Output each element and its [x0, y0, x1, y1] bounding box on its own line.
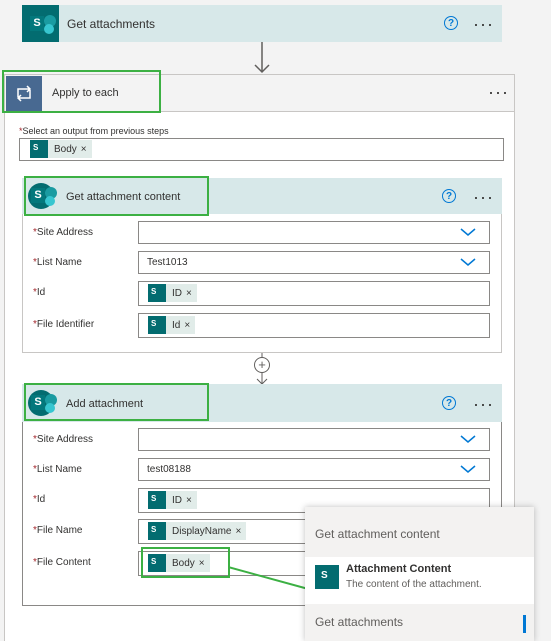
remove-token-icon[interactable]: × [199, 558, 210, 569]
site-address-label: *Site Address [33, 434, 94, 445]
step-title: Get attachments [67, 17, 156, 31]
file-identifier-label: *File Identifier [33, 319, 95, 330]
body-token[interactable]: S Body × [148, 554, 210, 572]
id-token[interactable]: S ID × [148, 284, 197, 302]
remove-token-icon[interactable]: × [184, 320, 195, 331]
get-attachments-card[interactable]: S Get attachments ? ··· [22, 5, 502, 42]
sharepoint-icon: S [27, 182, 57, 210]
id-token[interactable]: S Id × [148, 316, 196, 334]
more-options-icon[interactable]: ··· [473, 15, 494, 33]
list-name-value: Test1013 [147, 257, 188, 268]
id-label: *Id [33, 287, 46, 298]
chevron-down-icon[interactable] [459, 257, 477, 267]
help-icon[interactable]: ? [442, 396, 456, 410]
output-label: *Select an output from previous steps [19, 126, 169, 136]
list-name-label: *List Name [33, 464, 82, 475]
site-address-input[interactable] [138, 428, 490, 451]
apply-to-each-title: Apply to each [52, 87, 119, 99]
arrow-down-icon [254, 42, 270, 74]
more-options-icon[interactable]: ··· [488, 83, 509, 101]
chevron-down-icon[interactable] [459, 227, 477, 237]
more-options-icon[interactable]: ··· [473, 395, 494, 413]
file-content-label: *File Content [33, 557, 91, 568]
more-options-icon[interactable]: ··· [473, 188, 494, 206]
remove-token-icon[interactable]: × [186, 495, 197, 506]
chevron-down-icon[interactable] [459, 464, 477, 474]
add-step-button[interactable]: + [254, 357, 270, 373]
id-label: *Id [33, 494, 46, 505]
sharepoint-icon: S [27, 389, 57, 417]
body-token[interactable]: S Body × [30, 140, 92, 158]
id-token[interactable]: S ID × [148, 491, 197, 509]
remove-token-icon[interactable]: × [186, 288, 197, 299]
scrollbar[interactable] [523, 615, 526, 633]
item-description: The content of the attachment. [346, 579, 482, 590]
file-name-label: *File Name [33, 525, 83, 536]
step-title: Add attachment [66, 398, 144, 410]
list-name-label: *List Name [33, 257, 82, 268]
dynamic-content-panel: Get attachment content S Attachment Cont… [305, 507, 534, 641]
displayname-token[interactable]: S DisplayName × [148, 522, 247, 540]
output-input[interactable] [19, 138, 504, 161]
panel-section-title: Get attachment content [315, 527, 440, 541]
site-address-input[interactable] [138, 221, 490, 244]
list-name-input[interactable] [138, 251, 490, 274]
item-title: Attachment Content [346, 563, 452, 575]
step-title: Get attachment content [66, 191, 181, 203]
help-icon[interactable]: ? [442, 189, 456, 203]
list-name-value: test08188 [147, 464, 191, 475]
chevron-down-icon[interactable] [459, 434, 477, 444]
next-section-title: Get attachments [315, 615, 404, 629]
sharepoint-icon: S [22, 5, 59, 42]
help-icon[interactable]: ? [444, 16, 458, 30]
remove-token-icon[interactable]: × [235, 526, 246, 537]
site-address-label: *Site Address [33, 227, 94, 238]
sharepoint-icon: S [315, 565, 339, 589]
remove-token-icon[interactable]: × [81, 144, 92, 155]
loop-icon [6, 76, 42, 111]
